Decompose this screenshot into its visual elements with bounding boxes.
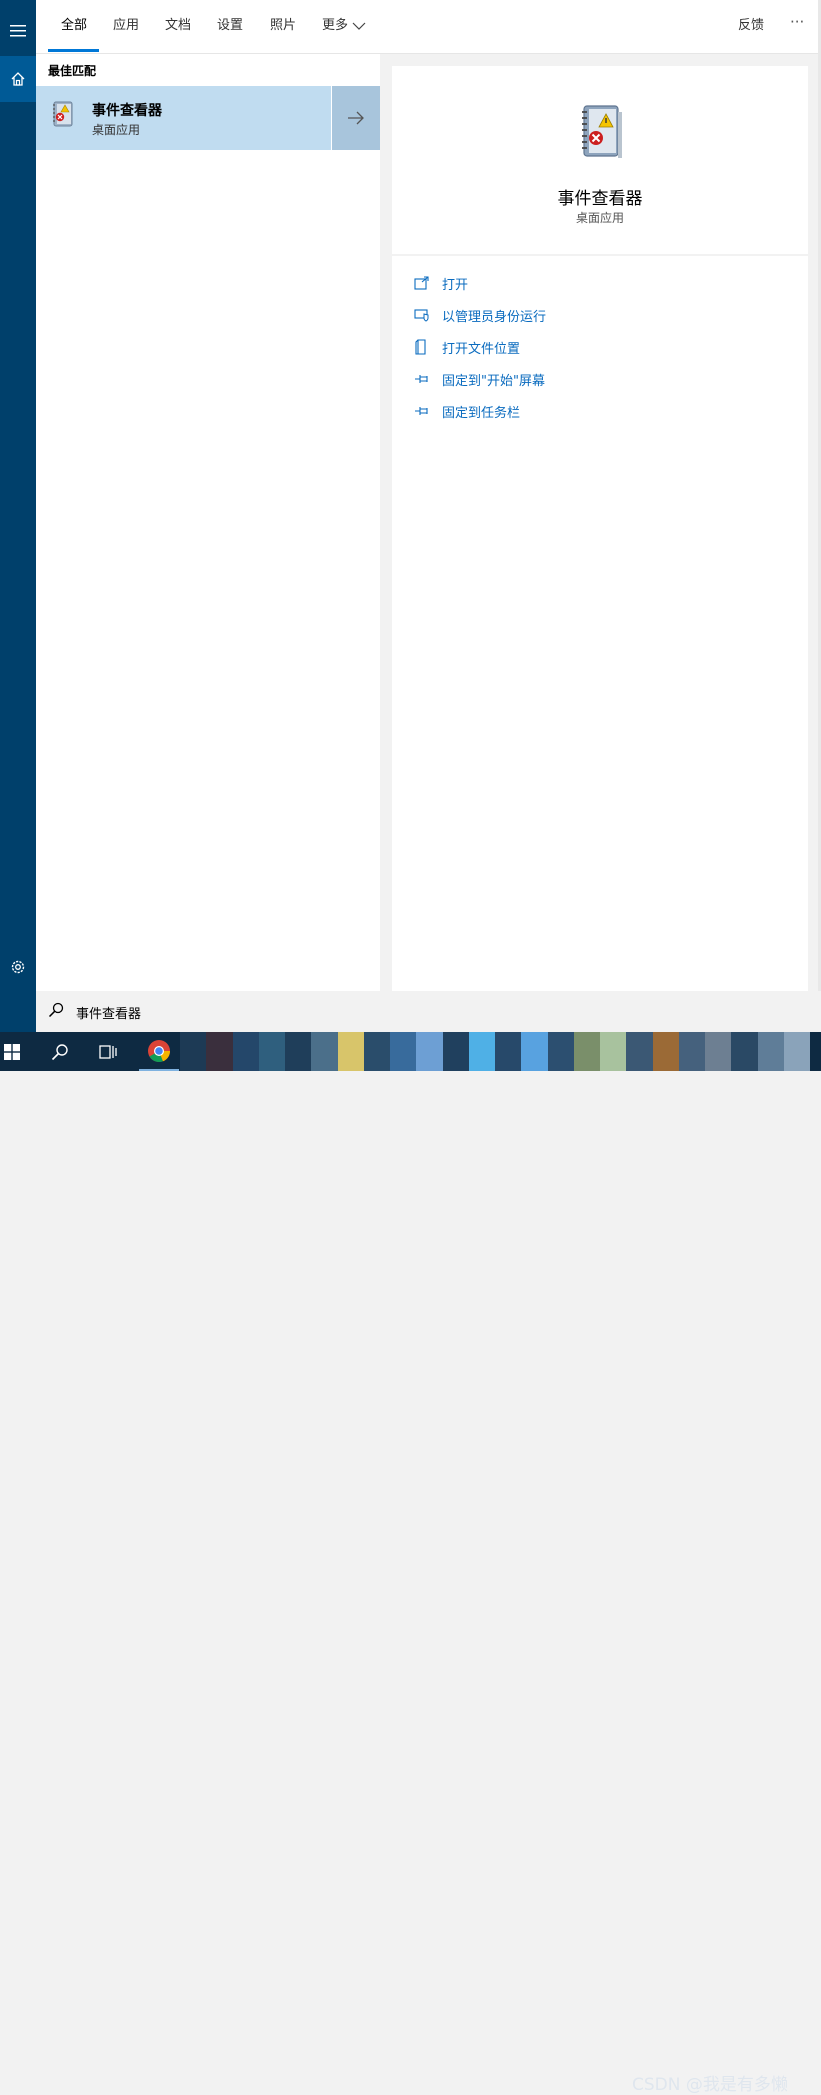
active-tab-indicator	[48, 49, 99, 52]
search-box[interactable]: 事件查看器	[36, 991, 821, 1032]
best-match-name: 事件查看器	[92, 103, 162, 119]
task-view-icon	[99, 1044, 117, 1059]
action-pin-to-start[interactable]: 固定到"开始"屏幕	[414, 369, 545, 389]
home-button[interactable]	[0, 56, 36, 102]
watermark: CSDN @我是有多懒	[632, 2075, 788, 2095]
action-open-file-location-label: 打开文件位置	[442, 341, 521, 357]
detail-app-name: 事件查看器	[557, 189, 643, 209]
action-open[interactable]: 打开	[414, 273, 468, 293]
gear-icon	[11, 960, 25, 974]
search-tab-bar: 全部 应用 文档 设置 照片 更多 反馈 ···	[36, 0, 821, 54]
tab-documents[interactable]: 文档	[165, 17, 191, 35]
event-viewer-icon	[53, 101, 73, 127]
app-actions-panel: 打开 以管理员身份运行 打开文件位置 固定到"开始"屏幕 固定到任务栏	[392, 256, 808, 991]
chrome-icon	[148, 1039, 171, 1062]
results-panel: 最佳匹配 事件查看器 桌面应用	[36, 54, 380, 991]
pinned-apps-pixelated	[180, 1032, 810, 1071]
search-icon	[48, 1002, 64, 1018]
tab-more-label: 更多	[322, 18, 349, 33]
navigation-rail	[0, 0, 36, 1032]
more-options-button[interactable]: ···	[790, 13, 804, 31]
best-match-type: 桌面应用	[92, 123, 141, 137]
best-match-heading: 最佳匹配	[48, 64, 97, 78]
action-pin-to-taskbar[interactable]: 固定到任务栏	[414, 401, 520, 421]
best-match-item[interactable]: 事件查看器 桌面应用	[36, 86, 331, 150]
tab-settings[interactable]: 设置	[217, 17, 243, 35]
app-detail-header: 事件查看器 桌面应用	[392, 66, 808, 254]
event-viewer-large-icon	[582, 105, 622, 158]
action-pin-to-start-label: 固定到"开始"屏幕	[442, 373, 545, 389]
file-location-icon	[415, 339, 426, 355]
taskbar: CSDN @我是有多懒	[0, 1032, 821, 2095]
expand-details-button[interactable]	[332, 86, 380, 150]
tab-photos[interactable]: 照片	[270, 17, 296, 35]
taskbar-search-button[interactable]	[40, 1032, 80, 1071]
tab-all[interactable]: 全部	[61, 17, 87, 35]
windows-logo-icon	[4, 1043, 20, 1060]
tab-apps[interactable]: 应用	[113, 17, 139, 35]
search-input[interactable]: 事件查看器	[76, 1003, 141, 1022]
pin-icon	[415, 407, 428, 415]
chrome-taskbar-button[interactable]	[139, 1032, 179, 1071]
open-icon	[414, 276, 429, 290]
start-button[interactable]	[0, 1032, 24, 1071]
home-icon	[11, 72, 25, 86]
chevron-down-icon	[352, 22, 366, 30]
feedback-button[interactable]: 反馈	[738, 17, 764, 35]
detail-app-type: 桌面应用	[575, 211, 624, 225]
action-run-as-admin-label: 以管理员身份运行	[442, 309, 547, 325]
pin-icon	[415, 375, 428, 383]
action-run-as-admin[interactable]: 以管理员身份运行	[414, 305, 546, 325]
menu-button[interactable]	[0, 8, 36, 54]
action-open-label: 打开	[442, 277, 469, 293]
hamburger-icon	[10, 25, 26, 37]
search-icon	[51, 1043, 68, 1060]
task-view-button[interactable]	[88, 1032, 128, 1071]
action-open-file-location[interactable]: 打开文件位置	[414, 337, 520, 357]
action-pin-to-taskbar-label: 固定到任务栏	[442, 405, 521, 421]
shield-icon	[414, 309, 429, 322]
tab-more[interactable]: 更多	[322, 17, 366, 35]
settings-button[interactable]	[0, 944, 36, 990]
arrow-right-icon	[348, 111, 364, 125]
